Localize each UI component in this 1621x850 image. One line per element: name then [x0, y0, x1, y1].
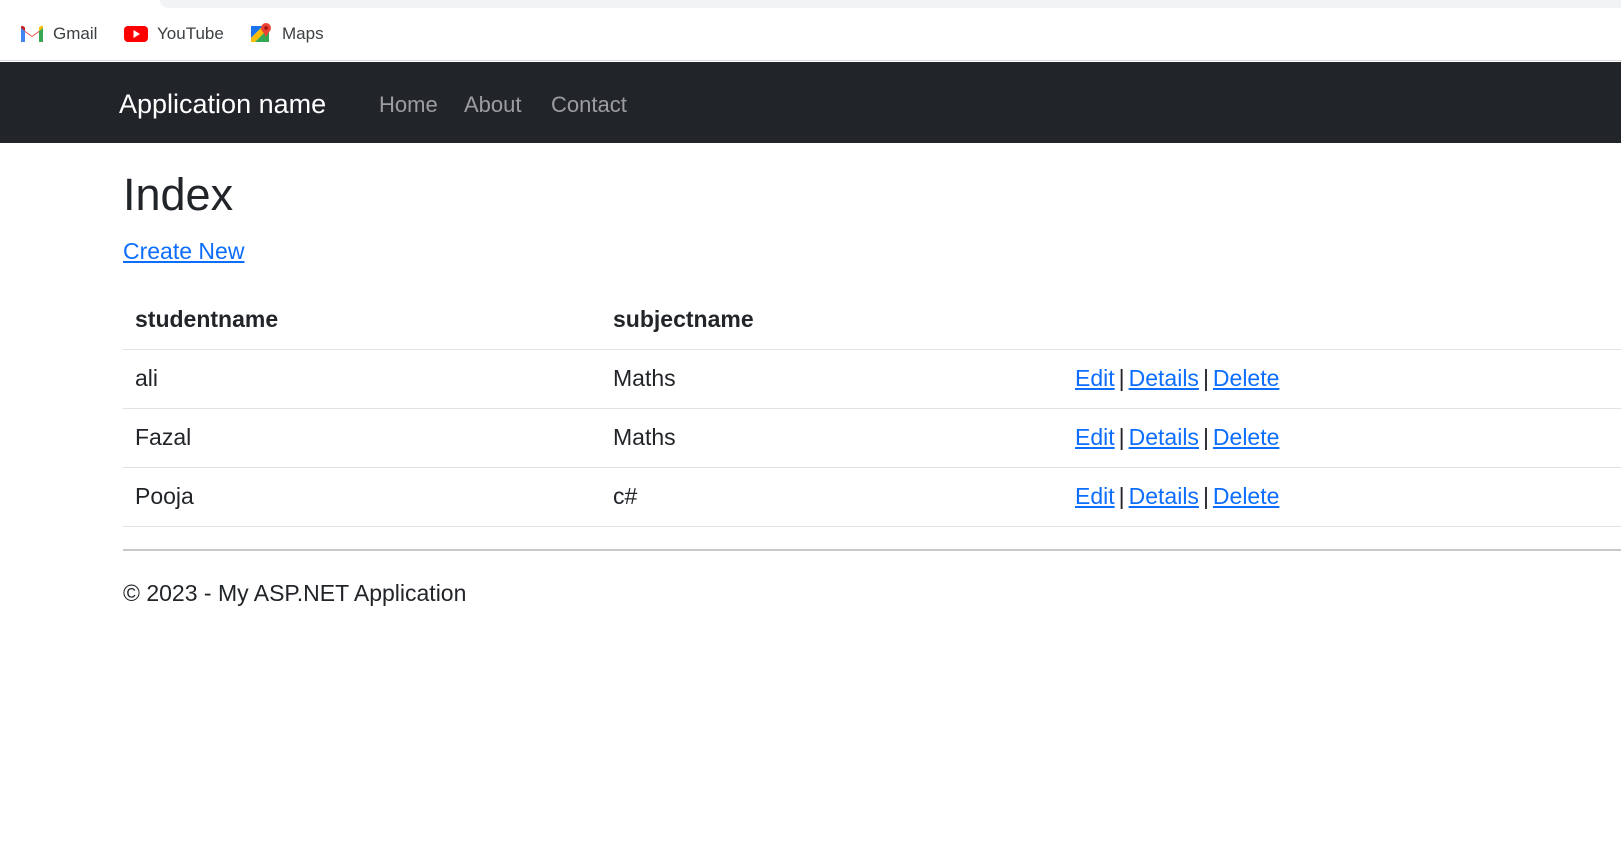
create-new-link[interactable]: Create New	[123, 236, 244, 266]
column-header-subjectname: subjectname	[601, 290, 1063, 350]
bookmarks-bar: Gmail YouTube Maps	[0, 0, 1621, 61]
cell-subjectname: c#	[601, 467, 1063, 527]
details-link[interactable]: Details	[1129, 365, 1199, 391]
column-header-studentname: studentname	[123, 290, 601, 350]
edit-link[interactable]: Edit	[1075, 424, 1115, 450]
page-title: Index	[123, 169, 234, 220]
bookmark-label: Maps	[282, 24, 324, 43]
tabstrip-edge	[160, 0, 1621, 8]
nav-link-home[interactable]: Home	[379, 91, 438, 118]
edit-link[interactable]: Edit	[1075, 483, 1115, 509]
bookmark-youtube[interactable]: YouTube	[124, 20, 224, 48]
cell-studentname: ali	[123, 349, 601, 409]
nav-link-about[interactable]: About	[464, 91, 522, 118]
link-separator: |	[1118, 424, 1125, 450]
bookmark-maps[interactable]: Maps	[249, 20, 324, 48]
link-separator: |	[1202, 424, 1209, 450]
delete-link[interactable]: Delete	[1213, 365, 1279, 391]
table-row: ali Maths Edit | Details | Delete	[123, 349, 1621, 409]
details-link[interactable]: Details	[1129, 483, 1199, 509]
bookmark-label: YouTube	[157, 24, 224, 43]
footer-text: © 2023 - My ASP.NET Application	[123, 580, 467, 606]
cell-actions: Edit | Details | Delete	[1063, 349, 1621, 409]
youtube-icon	[124, 25, 148, 43]
link-separator: |	[1202, 483, 1209, 509]
delete-link[interactable]: Delete	[1213, 483, 1279, 509]
bookmark-gmail[interactable]: Gmail	[20, 20, 97, 48]
cell-actions: Edit | Details | Delete	[1063, 467, 1621, 527]
cell-studentname: Pooja	[123, 467, 601, 527]
table-row: Pooja c# Edit | Details | Delete	[123, 467, 1621, 527]
nav-link-contact[interactable]: Contact	[551, 91, 627, 118]
details-link[interactable]: Details	[1129, 424, 1199, 450]
maps-icon	[249, 22, 273, 46]
delete-link[interactable]: Delete	[1213, 424, 1279, 450]
cell-subjectname: Maths	[601, 349, 1063, 409]
link-separator: |	[1118, 483, 1125, 509]
footer-divider	[123, 549, 1621, 551]
top-navbar: Application name Home About Contact	[0, 62, 1621, 143]
column-header-actions	[1063, 290, 1621, 350]
link-separator: |	[1118, 365, 1125, 391]
cell-studentname: Fazal	[123, 408, 601, 468]
cell-subjectname: Maths	[601, 408, 1063, 468]
link-separator: |	[1202, 365, 1209, 391]
students-table: studentname subjectname ali Maths Edit | D…	[123, 290, 1621, 527]
cell-actions: Edit | Details | Delete	[1063, 408, 1621, 468]
edit-link[interactable]: Edit	[1075, 365, 1115, 391]
navbar-brand[interactable]: Application name	[119, 88, 326, 120]
bookmark-label: Gmail	[53, 24, 98, 43]
table-row: Fazal Maths Edit | Details | Delete	[123, 408, 1621, 468]
gmail-icon	[20, 25, 44, 43]
table-header-row: studentname subjectname	[123, 290, 1621, 350]
